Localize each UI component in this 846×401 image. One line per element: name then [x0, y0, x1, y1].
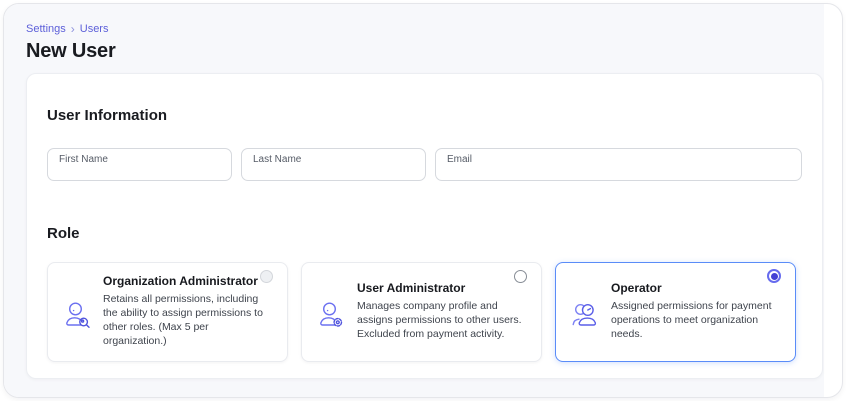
role-heading: Role	[47, 225, 80, 242]
user-information-fields: First Name Last Name Email	[47, 148, 802, 181]
role-description: Retains all permissions, including the a…	[103, 293, 263, 347]
role-text-block: Organization Administrator Retains all p…	[103, 274, 273, 348]
email-input[interactable]	[447, 166, 791, 178]
person-magnifier-icon	[62, 300, 94, 332]
email-field[interactable]: Email	[435, 148, 802, 181]
new-user-form-panel: User Information First Name Last Name Em…	[26, 73, 823, 379]
first-name-field[interactable]: First Name	[47, 148, 232, 181]
person-gear-icon	[316, 300, 348, 332]
last-name-field[interactable]: Last Name	[241, 148, 426, 181]
breadcrumb: Settings › Users	[26, 23, 824, 36]
role-description: Assigned permissions for payment operati…	[611, 300, 772, 340]
chevron-right-icon: ›	[70, 22, 75, 36]
radio-organization-administrator[interactable]	[260, 270, 273, 283]
last-name-label: Last Name	[253, 154, 302, 165]
role-title: Operator	[611, 281, 662, 295]
radio-operator[interactable]	[767, 269, 781, 283]
breadcrumb-settings[interactable]: Settings	[26, 23, 66, 36]
breadcrumb-users[interactable]: Users	[80, 23, 109, 36]
first-name-label: First Name	[59, 154, 108, 165]
app-window: Settings › Users New User User Informati…	[3, 3, 843, 398]
role-card-operator[interactable]: Operator Assigned permissions for paymen…	[555, 262, 796, 362]
role-card-user-administrator[interactable]: User Administrator Manages company profi…	[301, 262, 542, 362]
role-card-organization-administrator[interactable]: Organization Administrator Retains all p…	[47, 262, 288, 362]
email-label: Email	[447, 154, 473, 165]
last-name-input[interactable]	[253, 166, 415, 178]
people-icon	[570, 300, 602, 332]
role-options: Organization Administrator Retains all p…	[47, 262, 802, 362]
role-title: Organization Administrator	[103, 274, 258, 288]
role-title: User Administrator	[357, 281, 466, 295]
radio-dot	[770, 272, 778, 280]
role-text-block: User Administrator Manages company profi…	[357, 281, 527, 341]
page-title: New User	[26, 40, 116, 62]
role-description: Manages company profile and assigns perm…	[357, 300, 522, 340]
first-name-input[interactable]	[59, 166, 221, 178]
screenshot-stage: Settings › Users New User User Informati…	[0, 0, 846, 401]
role-text-block: Operator Assigned permissions for paymen…	[611, 281, 781, 341]
user-information-heading: User Information	[47, 107, 168, 124]
page-background: Settings › Users New User User Informati…	[4, 4, 824, 397]
radio-user-administrator[interactable]	[514, 270, 527, 283]
